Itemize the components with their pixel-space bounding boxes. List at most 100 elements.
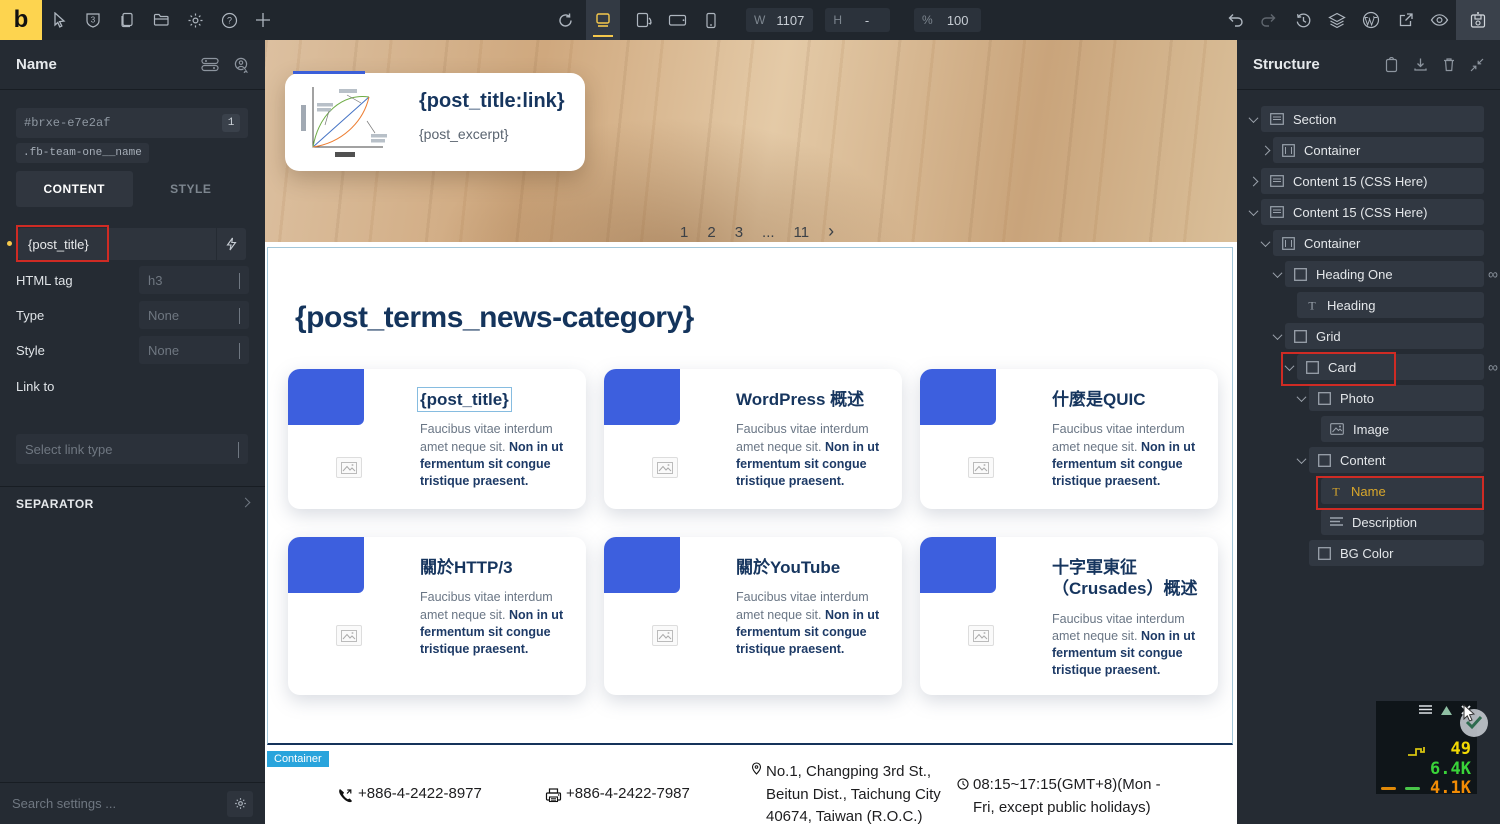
shield-3-icon[interactable]: 3 (76, 0, 110, 40)
tree-chevron-icon[interactable] (1257, 240, 1273, 247)
settings-gear-icon[interactable] (178, 0, 212, 40)
tree-item[interactable]: T Heading (1297, 292, 1484, 318)
width-value[interactable]: 1107 (775, 13, 805, 28)
style-select[interactable]: None (139, 336, 249, 364)
refresh-icon[interactable] (548, 0, 582, 40)
news-card[interactable]: WordPress 概述 Faucibus vitae interdum ame… (604, 369, 902, 509)
type-select[interactable]: None (139, 301, 249, 329)
tree-item[interactable]: Section (1261, 106, 1484, 132)
layers-icon[interactable] (1320, 0, 1354, 40)
card-bg-color-block[interactable] (604, 537, 680, 593)
card-bg-color-block[interactable] (920, 369, 996, 425)
card-bg-color-block[interactable] (920, 537, 996, 593)
tree-chevron-icon[interactable] (1293, 457, 1309, 464)
dynamic-data-bolt-icon[interactable] (216, 228, 246, 260)
separator-section-toggle[interactable]: SEPARATOR (0, 486, 265, 520)
tree-item[interactable]: Description (1321, 509, 1484, 535)
canvas-zoom-field[interactable]: % 100 (914, 8, 981, 32)
pagination-item[interactable]: 3 (735, 224, 743, 241)
viewport-tablet-rotate-icon[interactable] (626, 0, 660, 40)
perf-up-icon[interactable] (1441, 706, 1452, 715)
tree-item[interactable]: BG Color (1309, 540, 1484, 566)
link-type-select[interactable]: Select link type (16, 434, 248, 464)
open-preview-icon[interactable] (1388, 0, 1422, 40)
css-class-chip[interactable]: .fb-team-one__name (16, 143, 149, 163)
canvas-height-field[interactable]: H - (825, 8, 890, 32)
tree-item[interactable]: Heading One (1285, 261, 1484, 287)
footer-fax[interactable]: +886-4-2422-7987 (545, 785, 690, 807)
pagination-item[interactable]: 2 (707, 224, 715, 241)
hero-post-card[interactable]: {post_title:link} {post_excerpt} (285, 73, 585, 171)
pagination-item[interactable]: ... (762, 224, 775, 241)
pagination-item[interactable]: 11 (794, 224, 810, 241)
card-bg-color-block[interactable] (288, 537, 364, 593)
viewport-tablet-icon[interactable] (660, 0, 694, 40)
tab-content[interactable]: CONTENT (16, 171, 133, 207)
news-card[interactable]: 十字軍東征（Crusades）概述 Faucibus vitae interdu… (920, 537, 1218, 695)
add-element-icon[interactable] (246, 0, 280, 40)
tree-item[interactable]: Photo (1309, 385, 1484, 411)
zoom-value[interactable]: 100 (943, 13, 973, 28)
pagination-next-icon[interactable]: › (828, 221, 834, 242)
perf-menu-icon[interactable] (1419, 705, 1432, 715)
wordpress-icon[interactable] (1354, 0, 1388, 40)
tree-chevron-icon[interactable] (1269, 333, 1285, 340)
card-bg-color-block[interactable] (604, 369, 680, 425)
tree-item[interactable]: Content 15 (CSS Here) (1261, 199, 1484, 225)
history-icon[interactable] (1286, 0, 1320, 40)
tree-item[interactable]: Image (1321, 416, 1484, 442)
card-title[interactable]: 十字軍東征（Crusades）概述 (1052, 558, 1197, 598)
title-text-input[interactable]: {post_title} (18, 228, 246, 260)
news-card[interactable]: {post_title} Faucibus vitae interdum ame… (288, 369, 586, 509)
tree-item[interactable]: T Name (1321, 478, 1484, 504)
tab-style[interactable]: STYLE (133, 171, 250, 207)
news-card[interactable]: 關於HTTP/3 Faucibus vitae interdum amet ne… (288, 537, 586, 695)
news-card[interactable]: 關於YouTube Faucibus vitae interdum amet n… (604, 537, 902, 695)
pointer-tool-icon[interactable] (42, 0, 76, 40)
tree-item[interactable]: Grid (1285, 323, 1484, 349)
perf-close-icon[interactable] (1461, 705, 1471, 715)
user-interactions-icon[interactable] (233, 57, 249, 73)
news-card[interactable]: 什麼是QUIC Faucibus vitae interdum amet neq… (920, 369, 1218, 509)
tree-chevron-icon[interactable] (1281, 364, 1297, 371)
tree-chevron-icon[interactable] (1269, 271, 1285, 278)
tree-chevron-icon[interactable] (1293, 395, 1309, 402)
canvas-width-field[interactable]: W 1107 (746, 8, 813, 32)
hero-post-title-link[interactable]: {post_title:link} (419, 90, 565, 113)
bricks-logo[interactable]: b (0, 0, 42, 40)
height-value[interactable]: - (852, 13, 882, 28)
card-title[interactable]: 關於HTTP/3 (420, 558, 513, 577)
card-title[interactable]: 關於YouTube (736, 558, 840, 577)
tree-item[interactable]: Card (1297, 354, 1484, 380)
collapse-all-icon[interactable] (1470, 58, 1484, 72)
paste-icon[interactable] (1384, 57, 1399, 73)
element-id-input[interactable]: #brxe-e7e2af 1 (16, 108, 248, 138)
news-category-heading[interactable]: {post_terms_news-category} (295, 301, 694, 335)
element-states-icon[interactable] (201, 57, 219, 72)
tree-item[interactable]: Content 15 (CSS Here) (1261, 168, 1484, 194)
card-title[interactable]: WordPress 概述 (736, 390, 864, 409)
help-icon[interactable]: ? (212, 0, 246, 40)
tree-chevron-icon[interactable] (1245, 116, 1261, 123)
news-section[interactable]: {post_terms_news-category} {post_title} … (267, 247, 1233, 745)
pages-icon[interactable] (110, 0, 144, 40)
tree-item[interactable]: Container (1273, 230, 1484, 256)
card-bg-color-block[interactable] (288, 369, 364, 425)
card-title[interactable]: {post_title} (420, 390, 509, 409)
title-text-value[interactable]: {post_title} (18, 237, 216, 252)
footer-phone[interactable]: +886-4-2422-8977 (337, 785, 482, 808)
tree-item[interactable]: Content (1309, 447, 1484, 473)
viewport-desktop-icon[interactable] (586, 0, 620, 40)
undo-icon[interactable] (1218, 0, 1252, 40)
pagination-item[interactable]: 1 (680, 224, 688, 241)
card-title[interactable]: 什麼是QUIC (1052, 390, 1146, 409)
folder-icon[interactable] (144, 0, 178, 40)
import-icon[interactable] (1413, 57, 1428, 72)
hero-section[interactable]: {post_title:link} {post_excerpt} 1 2 3... 1… (265, 40, 1237, 242)
redo-icon[interactable] (1252, 0, 1286, 40)
element-settings-gear-icon[interactable] (227, 791, 253, 817)
html-tag-select[interactable]: h3 (139, 266, 249, 294)
tree-chevron-icon[interactable] (1257, 147, 1273, 154)
save-button[interactable] (1456, 0, 1500, 40)
footer-section[interactable]: Container +886-4-2422-8977 +886-4-2422-7… (265, 745, 1237, 824)
